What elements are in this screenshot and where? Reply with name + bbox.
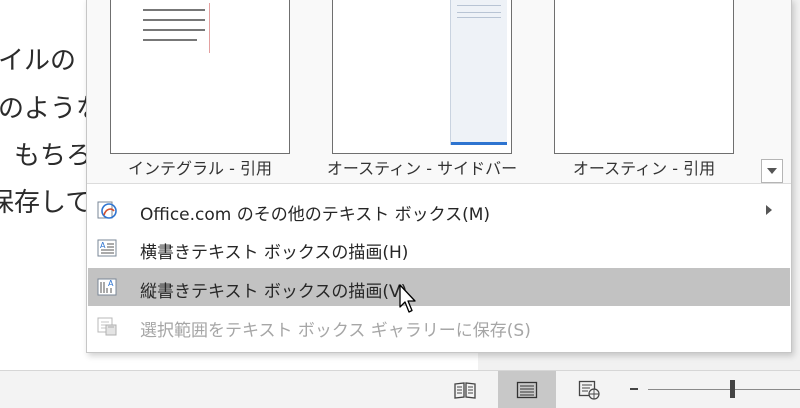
quote-text-block <box>139 3 210 53</box>
mouse-cursor-icon <box>399 284 416 313</box>
textbox-gallery-dropdown: インテグラル - 引用 オースティン - サイドバー オースティン - 引用 O… <box>86 0 792 353</box>
austin-sidebar-thumbnail[interactable] <box>332 0 512 154</box>
web-layout-icon <box>578 380 600 400</box>
thumbnail-label: インテグラル - 引用 <box>128 159 272 178</box>
svg-text:A: A <box>108 279 114 288</box>
chevron-down-icon <box>767 168 777 174</box>
vertical-textbox-icon: A <box>97 278 117 296</box>
thumbnail-label: オースティン - 引用 <box>572 159 716 178</box>
gallery-thumbnail-area: インテグラル - 引用 オースティン - サイドバー オースティン - 引用 <box>87 0 791 184</box>
read-mode-button[interactable] <box>436 371 494 408</box>
status-bar <box>0 370 800 408</box>
menu-item-save-selection-to-gallery[interactable]: 選択範囲をテキスト ボックス ギャラリーに保存(S) <box>88 307 790 345</box>
menu-item-office-com-textboxes[interactable]: Office.com のその他のテキスト ボックス(M) <box>88 191 790 229</box>
austin-quote-thumbnail[interactable] <box>554 0 734 154</box>
submenu-arrow-icon <box>766 205 772 215</box>
document-text-line: もちろ <box>14 141 93 171</box>
horizontal-textbox-icon: A <box>97 239 117 257</box>
svg-text:A: A <box>100 241 106 250</box>
menu-item-draw-horizontal-textbox[interactable]: A 横書きテキスト ボックスの描画(H) <box>88 229 790 267</box>
zoom-slider-track[interactable] <box>648 389 800 390</box>
office-com-icon <box>97 201 117 219</box>
read-mode-icon <box>454 381 476 399</box>
sidebar-block <box>450 0 507 145</box>
save-to-gallery-icon <box>97 317 117 336</box>
web-layout-button[interactable] <box>560 371 618 408</box>
menu-item-label: Office.com のその他のテキスト ボックス(M) <box>140 205 491 225</box>
menu-item-label: 縦書きテキスト ボックスの描画(V) <box>140 282 408 302</box>
gallery-scroll-button[interactable] <box>761 159 783 183</box>
print-layout-button[interactable] <box>498 371 556 408</box>
document-text-line: 保存して <box>0 188 92 218</box>
menu-item-draw-vertical-textbox[interactable]: A 縦書きテキスト ボックスの描画(V) <box>88 268 790 306</box>
thumbnail-label: オースティン - サイドバー <box>326 159 518 178</box>
menu-item-label: 横書きテキスト ボックスの描画(H) <box>140 243 409 263</box>
menu-item-label: 選択範囲をテキスト ボックス ギャラリーに保存(S) <box>140 321 531 341</box>
print-layout-icon <box>516 381 538 398</box>
zoom-out-button[interactable] <box>630 388 638 390</box>
zoom-slider-thumb[interactable] <box>730 380 735 398</box>
document-text-line: イルの <box>0 46 77 76</box>
integral-quote-thumbnail[interactable] <box>110 0 290 154</box>
